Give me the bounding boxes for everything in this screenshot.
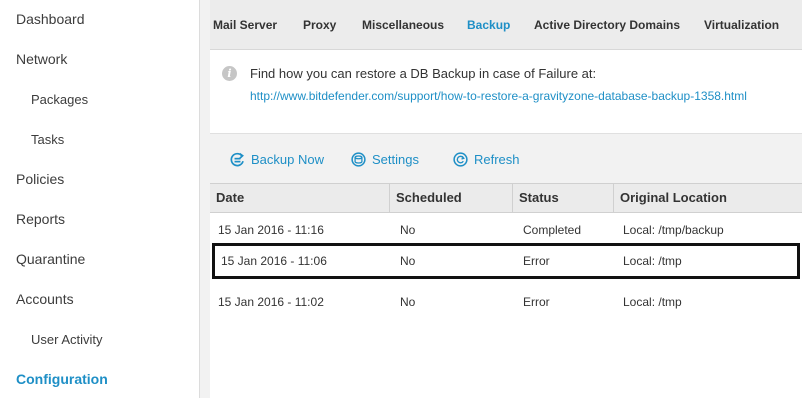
- sidebar-item-tasks[interactable]: Tasks: [31, 132, 64, 147]
- sidebar-item-packages[interactable]: Packages: [31, 92, 88, 107]
- refresh-button[interactable]: Refresh: [452, 151, 520, 168]
- backup-table-header: Date Scheduled Status Original Location: [210, 183, 802, 213]
- column-header-original-location[interactable]: Original Location: [614, 184, 802, 212]
- settings-icon: [351, 152, 366, 167]
- sidebar-item-dashboard[interactable]: Dashboard: [16, 11, 85, 27]
- sidebar-item-network[interactable]: Network: [16, 51, 67, 67]
- column-header-date[interactable]: Date: [210, 184, 390, 212]
- tab-virtualization[interactable]: Virtualization: [704, 18, 779, 32]
- tab-proxy[interactable]: Proxy: [303, 18, 336, 32]
- table-row-selected[interactable]: 15 Jan 2016 - 11:06 No Error Local: /tmp: [212, 243, 800, 279]
- sidebar-item-reports[interactable]: Reports: [16, 211, 65, 227]
- backup-toolbar: Backup Now Settings Refresh: [210, 133, 802, 183]
- panel-divider: [200, 0, 210, 398]
- cell-scheduled: No: [400, 295, 416, 309]
- cell-scheduled: No: [400, 223, 416, 237]
- sidebar: Dashboard Network Packages Tasks Policie…: [0, 0, 200, 398]
- config-tabs: Mail Server Proxy Miscellaneous Backup A…: [210, 0, 802, 50]
- backup-now-button[interactable]: Backup Now: [229, 151, 324, 168]
- cell-status: Completed: [523, 223, 582, 237]
- sidebar-item-quarantine[interactable]: Quarantine: [16, 251, 85, 267]
- sidebar-item-policies[interactable]: Policies: [16, 171, 64, 187]
- cell-location: Local: /tmp/backup: [623, 223, 724, 237]
- backup-icon: [230, 152, 244, 167]
- tab-backup[interactable]: Backup: [467, 18, 510, 32]
- info-panel: i Find how you can restore a DB Backup i…: [210, 51, 802, 133]
- cell-location: Local: /tmp: [623, 254, 682, 268]
- table-row[interactable]: 15 Jan 2016 - 11:02 No Error Local: /tmp: [210, 286, 802, 318]
- cell-scheduled: No: [400, 254, 416, 268]
- sidebar-item-configuration[interactable]: Configuration: [16, 371, 108, 387]
- cell-status: Error: [523, 254, 550, 268]
- cell-location: Local: /tmp: [623, 295, 682, 309]
- column-header-status[interactable]: Status: [513, 184, 614, 212]
- cell-date: 15 Jan 2016 - 11:16: [218, 223, 324, 237]
- sidebar-item-accounts[interactable]: Accounts: [16, 291, 74, 307]
- sidebar-item-user-activity[interactable]: User Activity: [31, 332, 103, 347]
- info-icon: i: [222, 66, 237, 81]
- cell-date: 15 Jan 2016 - 11:06: [221, 254, 327, 268]
- backup-now-label: Backup Now: [251, 152, 324, 167]
- settings-button[interactable]: Settings: [350, 151, 419, 168]
- cell-date: 15 Jan 2016 - 11:02: [218, 295, 324, 309]
- tab-active-directory-domains[interactable]: Active Directory Domains: [534, 18, 680, 32]
- info-text: Find how you can restore a DB Backup in …: [250, 66, 597, 81]
- refresh-label: Refresh: [474, 152, 520, 167]
- tab-mail-server[interactable]: Mail Server: [213, 18, 277, 32]
- tab-miscellaneous[interactable]: Miscellaneous: [362, 18, 444, 32]
- settings-label: Settings: [372, 152, 419, 167]
- restore-help-link[interactable]: http://www.bitdefender.com/support/how-t…: [250, 89, 747, 103]
- table-row[interactable]: 15 Jan 2016 - 11:16 No Completed Local: …: [210, 214, 802, 246]
- main-content: Mail Server Proxy Miscellaneous Backup A…: [210, 0, 802, 398]
- column-header-scheduled[interactable]: Scheduled: [390, 184, 513, 212]
- cell-status: Error: [523, 295, 550, 309]
- refresh-icon: [453, 152, 468, 167]
